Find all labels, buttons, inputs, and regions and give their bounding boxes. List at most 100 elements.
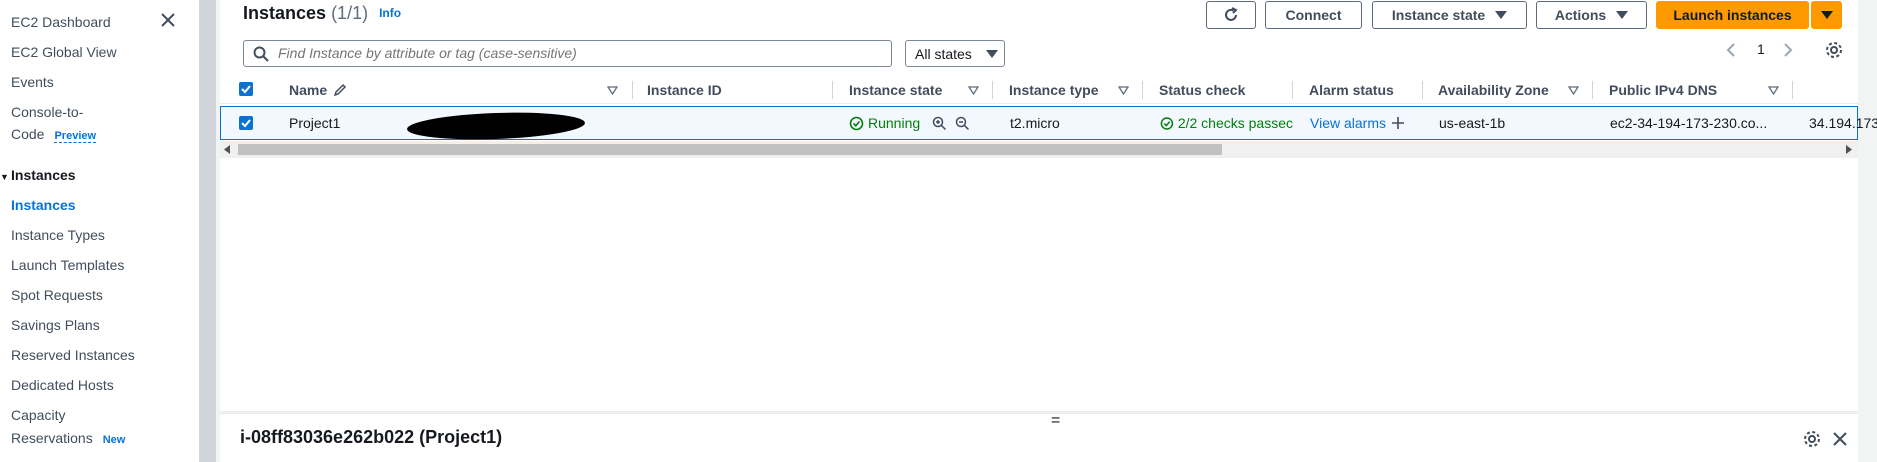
- zoom-in-icon[interactable]: [932, 116, 947, 131]
- nav-instance-types[interactable]: Instance Types: [11, 227, 105, 243]
- state-filter-value: All states: [915, 45, 972, 62]
- col-instance-state[interactable]: Instance state: [849, 76, 942, 104]
- plus-icon[interactable]: [1391, 116, 1405, 130]
- chevron-right-icon[interactable]: [1782, 42, 1794, 58]
- col-availability-zone[interactable]: Availability Zone: [1438, 76, 1549, 104]
- select-all-checkbox[interactable]: [239, 82, 253, 96]
- gear-icon[interactable]: [1803, 430, 1821, 448]
- close-icon[interactable]: [1832, 431, 1848, 447]
- cell-instance-state: Running: [849, 107, 970, 139]
- nav-ec2-dashboard[interactable]: EC2 Dashboard: [11, 14, 111, 30]
- sidebar: EC2 Dashboard EC2 Global View Events Con…: [0, 0, 199, 462]
- search-box: [243, 40, 892, 67]
- refresh-icon: [1225, 7, 1238, 21]
- nav-dedicated-hosts[interactable]: Dedicated Hosts: [11, 377, 114, 393]
- zoom-out-icon[interactable]: [955, 116, 970, 131]
- detail-title: i-08ff83036e262b022 (Project1): [240, 427, 503, 447]
- sort-icon[interactable]: [1568, 86, 1579, 95]
- instance-count: (1/1): [331, 3, 369, 23]
- nav-section-instances[interactable]: Instances: [11, 167, 76, 183]
- success-icon: [849, 116, 864, 130]
- col-status-check[interactable]: Status check: [1159, 76, 1245, 104]
- cell-availability-zone: us-east-1b: [1439, 115, 1506, 131]
- instance-state-button[interactable]: Instance state: [1372, 1, 1527, 29]
- title-text: Instances: [243, 3, 327, 23]
- search-icon: [253, 46, 269, 62]
- nav-capacity-label-1: Capacity: [11, 407, 66, 423]
- nav-events[interactable]: Events: [11, 74, 54, 90]
- col-name[interactable]: Name: [289, 76, 347, 104]
- pencil-icon: [333, 83, 347, 97]
- nav-console-label-1: Console-to-: [11, 104, 84, 120]
- row-checkbox[interactable]: [239, 116, 253, 130]
- preview-badge[interactable]: Preview: [54, 130, 97, 143]
- page-title: Instances (1/1) Info: [243, 3, 401, 24]
- success-icon: [1160, 116, 1174, 130]
- nav-capacity-label-2: Reservations: [11, 430, 93, 446]
- new-badge: New: [102, 434, 126, 446]
- sidebar-scrollbar[interactable]: [199, 0, 216, 462]
- horizontal-scrollbar[interactable]: [220, 141, 1858, 158]
- scrollbar-thumb[interactable]: [238, 144, 1222, 155]
- caret-down-icon: [1495, 11, 1508, 19]
- refresh-button[interactable]: [1206, 1, 1256, 29]
- close-icon[interactable]: [158, 10, 178, 30]
- cell-alarm-status: View alarms: [1310, 107, 1405, 139]
- nav-capacity-reservations[interactable]: Capacity: [11, 407, 65, 423]
- check-icon: [241, 119, 251, 128]
- nav-reserved-instances[interactable]: Reserved Instances: [11, 347, 135, 363]
- nav-savings-plans[interactable]: Savings Plans: [11, 317, 100, 333]
- col-public-ipv4-dns[interactable]: Public IPv4 DNS: [1609, 76, 1717, 104]
- nav-ec2-global-view[interactable]: EC2 Global View: [11, 44, 117, 60]
- col-name-label: Name: [289, 82, 328, 98]
- caret-down-icon: [1616, 11, 1629, 19]
- nav-console-label-2: Code: [11, 126, 45, 142]
- cell-instance-type: t2.micro: [1010, 115, 1060, 131]
- page-number[interactable]: 1: [1757, 41, 1765, 57]
- caret-down-icon: [1820, 11, 1833, 19]
- redacted-instance-id: [406, 109, 586, 143]
- view-alarms-link[interactable]: View alarms: [1310, 115, 1386, 131]
- launch-dropdown-button[interactable]: [1811, 1, 1842, 29]
- nav-console-to-code-line2[interactable]: Code Preview: [11, 126, 97, 143]
- scroll-left-icon[interactable]: [224, 145, 232, 154]
- actions-label: Actions: [1554, 7, 1607, 23]
- nav-instances[interactable]: Instances: [11, 197, 76, 213]
- status-text: 2/2 checks passec: [1177, 115, 1293, 131]
- sort-icon[interactable]: [607, 86, 618, 95]
- check-icon: [241, 85, 251, 94]
- col-instance-type[interactable]: Instance type: [1009, 76, 1098, 104]
- nav-spot-requests[interactable]: Spot Requests: [11, 287, 103, 303]
- cell-name: Project1: [289, 115, 341, 131]
- sort-icon[interactable]: [1768, 86, 1779, 95]
- caret-down-icon: ▼: [0, 172, 9, 182]
- state-filter-select[interactable]: All states: [905, 40, 1005, 67]
- sort-icon[interactable]: [968, 86, 979, 95]
- chevron-left-icon[interactable]: [1725, 42, 1737, 58]
- table-row[interactable]: Project1 Running t2.micro 2/2 checks pas…: [220, 106, 1877, 143]
- gear-icon[interactable]: [1825, 41, 1843, 59]
- col-instance-id[interactable]: Instance ID: [647, 76, 722, 104]
- cell-public-ip: 34.194.173.230: [1809, 115, 1877, 131]
- details-panel: = i-08ff83036e262b022 (Project1): [220, 412, 1858, 462]
- info-link[interactable]: Info: [379, 6, 401, 20]
- instance-state-label: Instance state: [1391, 7, 1486, 23]
- nav-console-to-code[interactable]: Console-to-: [11, 104, 83, 120]
- actions-button[interactable]: Actions: [1536, 1, 1647, 29]
- search-input[interactable]: [278, 45, 878, 61]
- scroll-right-icon[interactable]: [1846, 145, 1854, 154]
- resize-handle[interactable]: =: [1051, 412, 1060, 430]
- launch-instances-button[interactable]: Launch instances: [1656, 1, 1809, 29]
- connect-button[interactable]: Connect: [1265, 1, 1362, 29]
- state-text: Running: [868, 115, 921, 131]
- cell-status-check: 2/2 checks passec: [1160, 107, 1293, 139]
- caret-down-icon: [985, 49, 998, 58]
- col-alarm-status[interactable]: Alarm status: [1309, 76, 1394, 104]
- main-content: Instances (1/1) Info Connect Instance st…: [216, 0, 1877, 462]
- table-header: Name Instance ID Instance state Instance…: [220, 76, 1858, 104]
- nav-launch-templates[interactable]: Launch Templates: [11, 257, 124, 273]
- nav-capacity-reservations-line2[interactable]: Reservations New: [11, 430, 125, 446]
- cell-public-dns: ec2-34-194-173-230.co...: [1610, 115, 1768, 131]
- instances-panel: Instances (1/1) Info Connect Instance st…: [220, 0, 1877, 412]
- sort-icon[interactable]: [1118, 86, 1129, 95]
